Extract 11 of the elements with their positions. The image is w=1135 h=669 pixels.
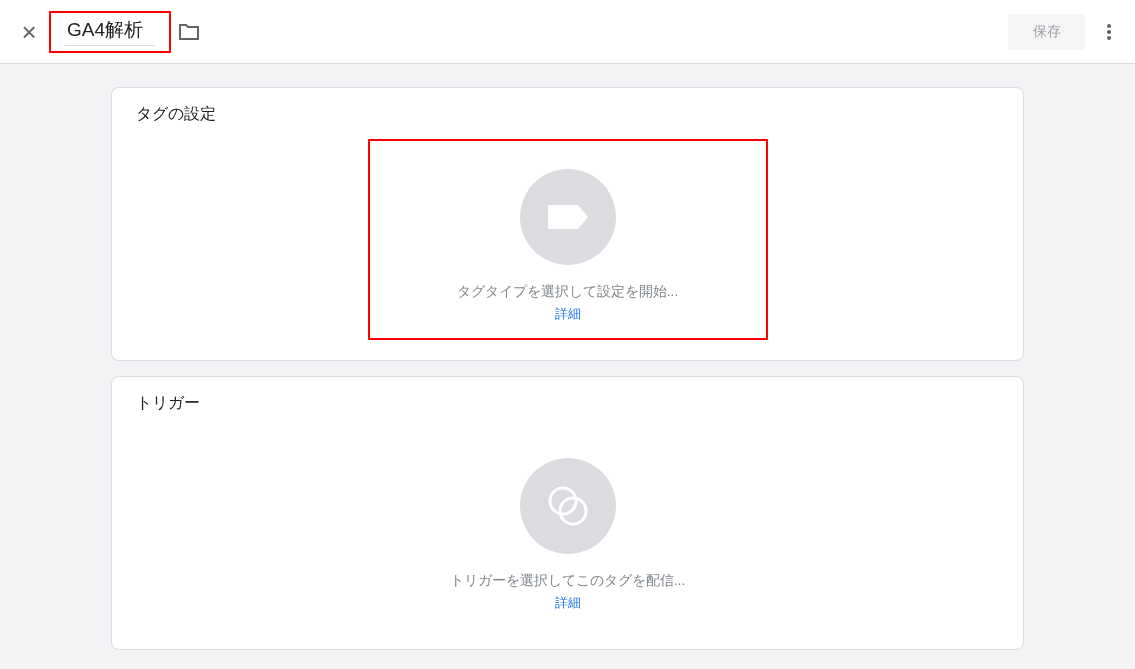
placeholder-prompt: トリガーを選択してこのタグを配信...	[449, 571, 686, 590]
folder-icon[interactable]	[179, 23, 199, 40]
tag-icon	[546, 204, 589, 230]
section-title: トリガー	[136, 393, 200, 413]
close-button[interactable]: ×	[18, 20, 40, 43]
details-link[interactable]: 詳細	[554, 594, 581, 612]
section-title: タグの設定	[136, 104, 216, 124]
more-icon[interactable]	[1107, 23, 1111, 40]
placeholder-prompt: タグタイプを選択して設定を開始...	[456, 282, 679, 301]
title-field[interactable]: GA4解析	[65, 17, 155, 46]
details-link[interactable]: 詳細	[554, 305, 581, 323]
